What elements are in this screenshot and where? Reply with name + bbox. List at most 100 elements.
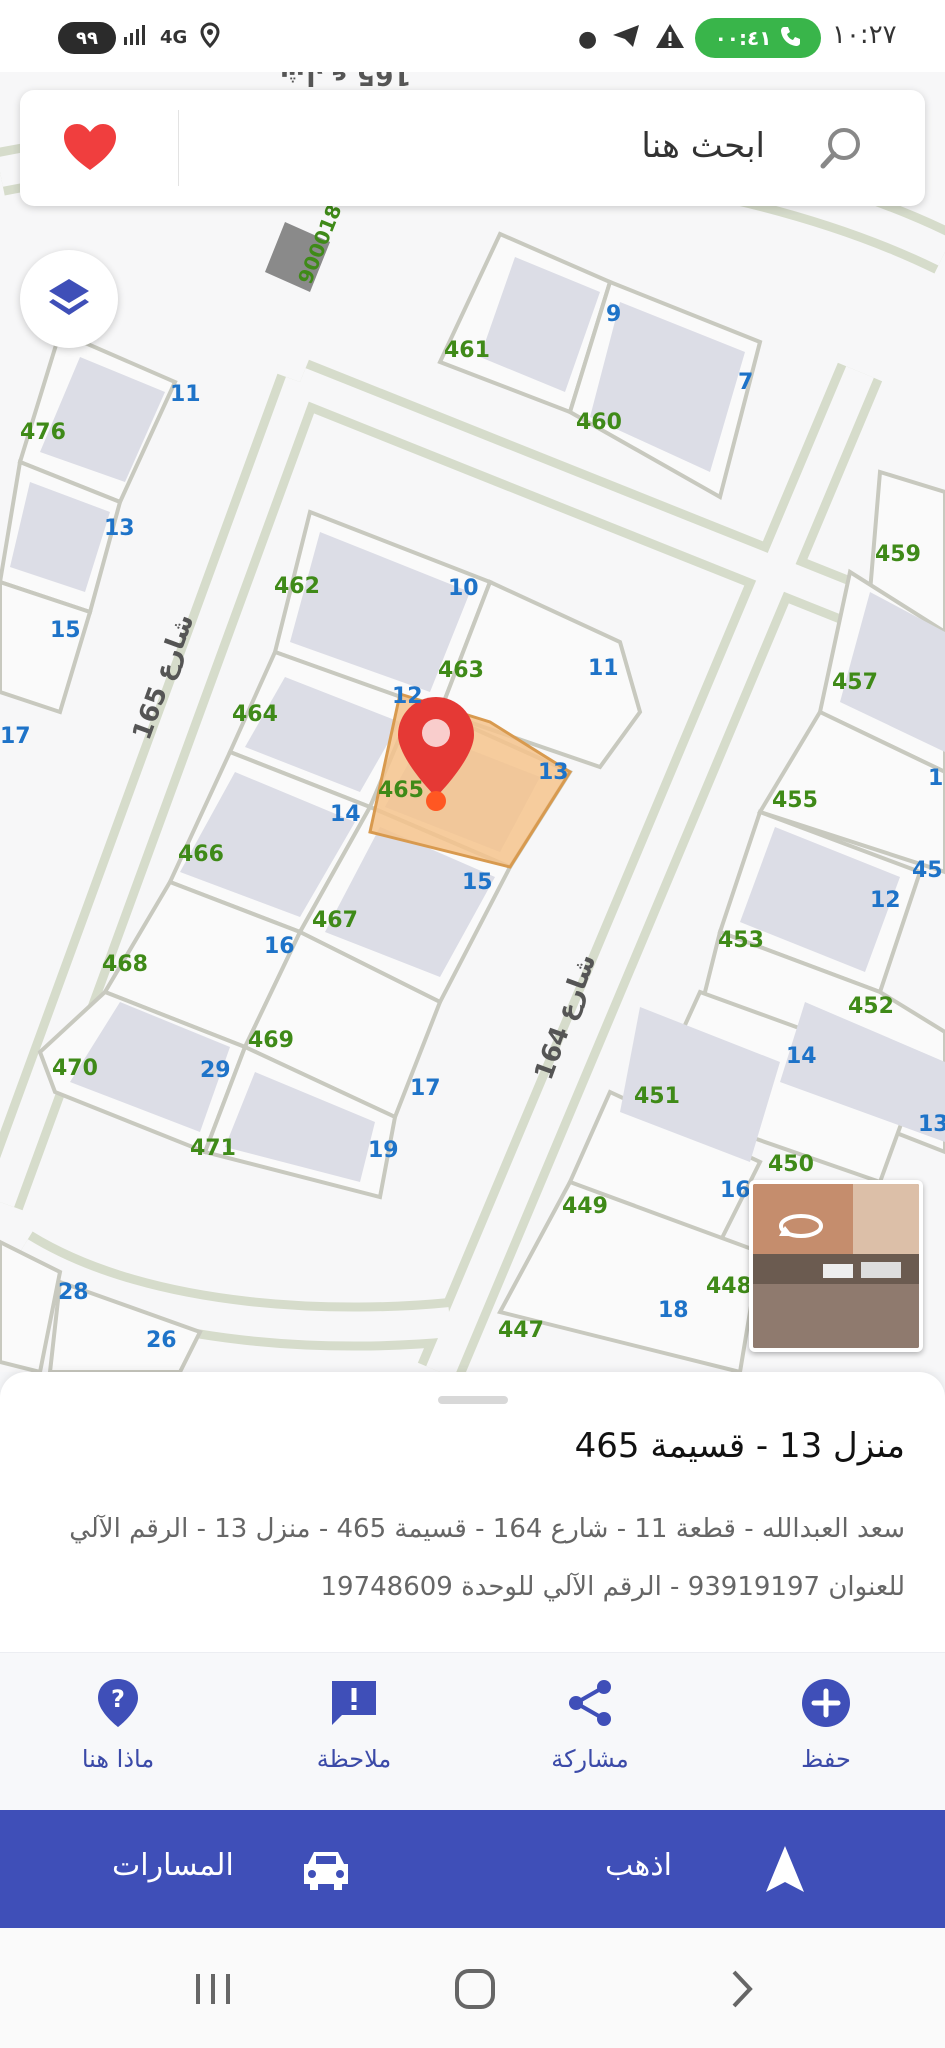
- note-label: ملاحظة: [316, 1745, 392, 1773]
- parcel-number: 466: [178, 842, 224, 867]
- house-number: 12: [392, 684, 423, 709]
- house-number: 15: [50, 618, 81, 643]
- parcel-number: 457: [832, 670, 878, 695]
- go-button[interactable]: اذهب: [480, 1810, 945, 1928]
- active-call-chip[interactable]: ٠٠:٤١: [695, 18, 821, 58]
- action-bar: حفظ مشاركة ملاحظة ? ماذا هنا: [0, 1652, 945, 1810]
- house-number: 15: [462, 870, 493, 895]
- go-label: اذهب: [605, 1848, 672, 1883]
- house-number: 17: [410, 1076, 441, 1101]
- house-number: 28: [58, 1280, 89, 1305]
- drag-handle[interactable]: [438, 1396, 508, 1404]
- question-icon: ?: [90, 1675, 146, 1731]
- parcel-number: 452: [848, 994, 894, 1019]
- parcel-number: 469: [248, 1028, 294, 1053]
- network-type: 4G: [160, 26, 188, 48]
- house-number: 13: [104, 516, 135, 541]
- save-button[interactable]: حفظ: [726, 1675, 926, 1795]
- layers-button[interactable]: [20, 250, 118, 348]
- heart-icon[interactable]: [60, 118, 120, 178]
- layers-icon: [49, 279, 89, 315]
- divider: [178, 110, 179, 186]
- street-view-thumbnail[interactable]: [749, 1180, 923, 1352]
- back-button[interactable]: [716, 1964, 766, 2014]
- navigation-arrow-icon: [758, 1842, 812, 1896]
- house-number: 1: [928, 766, 944, 791]
- parcel-number: 460: [576, 410, 622, 435]
- parcel-number: 462: [274, 574, 320, 599]
- notification-icons: ●: [578, 22, 685, 56]
- status-icons: 4G: [122, 20, 221, 54]
- parcel-number: 459: [875, 542, 921, 567]
- map-view[interactable]: شارع 165 شارع 164 شارع 165 900018 461 46…: [0, 60, 945, 1372]
- whats-here-button[interactable]: ? ماذا هنا: [18, 1675, 218, 1795]
- house-number: 14: [330, 802, 361, 827]
- house-number: 14: [786, 1044, 817, 1069]
- warning-icon: [655, 22, 685, 56]
- parcel-number: 450: [768, 1152, 814, 1177]
- parcel-number: 476: [20, 420, 66, 445]
- phone-icon: [779, 25, 801, 52]
- car-icon: [300, 1846, 352, 1892]
- house-number: 12: [870, 888, 901, 913]
- parcel-number: 468: [102, 952, 148, 977]
- parcel-number: 463: [438, 658, 484, 683]
- call-timer: ٠٠:٤١: [714, 26, 772, 50]
- parcel-number: 467: [312, 908, 358, 933]
- note-button[interactable]: ملاحظة: [254, 1675, 454, 1795]
- house-number: 17: [0, 724, 31, 749]
- whats-here-label: ماذا هنا: [81, 1745, 155, 1773]
- parcel-number-selected: 465: [378, 778, 424, 803]
- search-input[interactable]: ابحث هنا: [641, 126, 765, 166]
- house-number: 45: [912, 858, 943, 883]
- routes-button[interactable]: المسارات: [0, 1810, 465, 1928]
- house-number: 29: [200, 1058, 231, 1083]
- parcel-number: 455: [772, 788, 818, 813]
- add-circle-icon: [798, 1675, 854, 1731]
- share-label: مشاركة: [551, 1745, 629, 1773]
- home-button[interactable]: [450, 1964, 500, 2014]
- search-icon[interactable]: [817, 124, 865, 172]
- house-number: 7: [738, 370, 754, 395]
- house-number: 9: [606, 302, 622, 327]
- place-details-sheet[interactable]: منزل 13 - قسيمة 465 سعد العبدالله - قطعة…: [0, 1372, 945, 1652]
- house-number: 18: [658, 1298, 689, 1323]
- status-bar: ٩٩ 4G ● ٠٠:٤١ ١٠:٢٧: [0, 0, 945, 72]
- house-number: 11: [170, 382, 201, 407]
- location-icon: [199, 21, 221, 53]
- search-bar[interactable]: ابحث هنا: [20, 90, 925, 206]
- parcel-number: 453: [718, 928, 764, 953]
- house-number: 11: [588, 656, 619, 681]
- signal-icon: [122, 23, 148, 52]
- routes-label: المسارات: [112, 1848, 234, 1883]
- parcel-number: 451: [634, 1084, 680, 1109]
- house-number-selected: 13: [538, 760, 569, 785]
- parcel-number: 449: [562, 1194, 608, 1219]
- save-label: حفظ: [801, 1745, 851, 1773]
- share-icon: [562, 1675, 618, 1731]
- clock: ١٠:٢٧: [832, 20, 897, 50]
- dot-icon: ●: [578, 26, 598, 52]
- parcel-number: 471: [190, 1136, 236, 1161]
- parcel-number: 447: [498, 1318, 544, 1343]
- house-number: 19: [368, 1138, 399, 1163]
- share-button[interactable]: مشاركة: [490, 1675, 690, 1795]
- place-description: سعد العبدالله - قطعة 11 - شارع 164 - قسي…: [69, 1514, 905, 1602]
- parcel-number: 461: [444, 338, 490, 363]
- navigation-bar: اذهب المسارات: [0, 1810, 945, 1928]
- house-number: 10: [448, 576, 479, 601]
- feedback-icon: [326, 1675, 382, 1731]
- svg-text:?: ?: [111, 1685, 125, 1713]
- parcel-number: 470: [52, 1056, 98, 1081]
- house-number: 16: [720, 1178, 751, 1203]
- battery-indicator: ٩٩: [58, 22, 116, 54]
- telegram-icon: [611, 23, 641, 55]
- house-number: 16: [264, 934, 295, 959]
- parcel-number: 448: [706, 1274, 752, 1299]
- recent-apps-button[interactable]: [188, 1964, 238, 2014]
- place-title: منزل 13 - قسيمة 465: [574, 1426, 905, 1466]
- system-navigation: [0, 1928, 945, 2048]
- house-number: 13: [918, 1112, 945, 1137]
- house-number: 26: [146, 1328, 177, 1353]
- parcel-number: 464: [232, 702, 278, 727]
